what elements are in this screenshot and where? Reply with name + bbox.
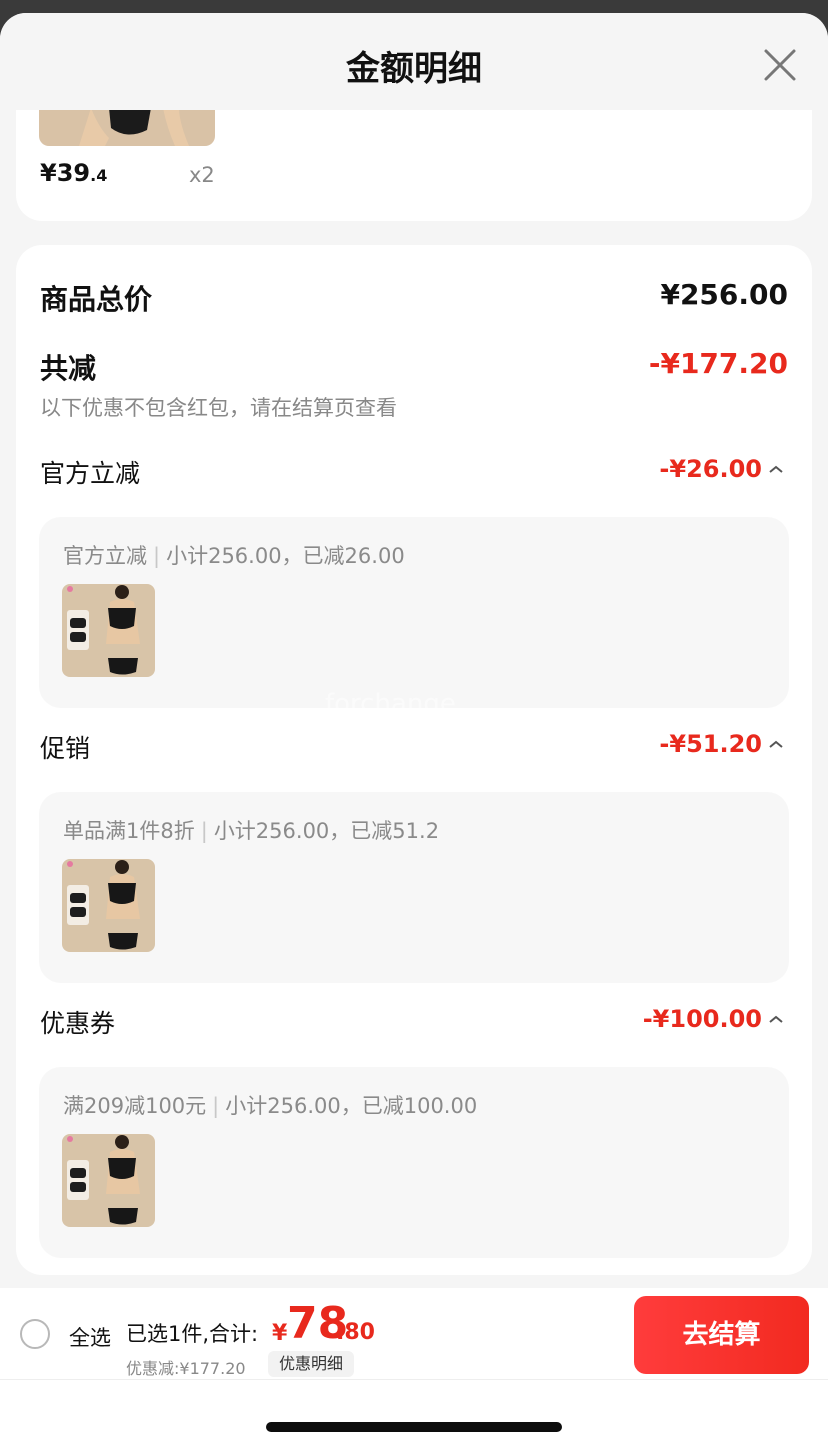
select-all-label[interactable]: 全选 bbox=[69, 1322, 111, 1352]
product-thumbnail[interactable] bbox=[62, 859, 155, 952]
product-thumbnail[interactable] bbox=[62, 1134, 155, 1227]
section-desc-promotion: 单品满1件8折 | 小计256.00，已减51.2 bbox=[63, 819, 440, 843]
close-button[interactable] bbox=[758, 43, 802, 87]
product-price: ¥39.4 bbox=[40, 159, 108, 187]
product-image bbox=[39, 108, 215, 146]
amount-detail-sheet: ¥39.4 x2 金额明细 商品总价 ¥256.00 共减 -¥177.20 以… bbox=[0, 13, 828, 1447]
total-reduce-label: 共减 bbox=[40, 352, 97, 385]
divider bbox=[0, 1379, 828, 1380]
discount-note: 以下优惠不包含红包，请在结算页查看 bbox=[40, 396, 397, 420]
section-toggle-official[interactable]: -¥26.00 bbox=[659, 455, 784, 483]
close-icon bbox=[764, 49, 796, 81]
product-quantity: x2 bbox=[189, 163, 215, 187]
section-toggle-promotion[interactable]: -¥51.20 bbox=[659, 730, 784, 758]
section-amount-official: -¥26.00 bbox=[659, 455, 762, 483]
section-box-coupon: 满209减100元 | 小计256.00，已减100.00 bbox=[39, 1067, 789, 1258]
total-amount-decimal: .80 bbox=[336, 1320, 375, 1345]
selected-count: 已选1件,合计: bbox=[126, 1322, 259, 1346]
section-desc-coupon: 满209减100元 | 小计256.00，已减100.00 bbox=[63, 1094, 478, 1118]
watermark: forchange bbox=[325, 689, 456, 719]
chevron-up-icon bbox=[769, 1015, 783, 1023]
chevron-up-icon bbox=[769, 465, 783, 473]
select-all-checkbox[interactable] bbox=[20, 1319, 50, 1349]
discount-detail-button[interactable]: 优惠明细 bbox=[268, 1351, 355, 1377]
price-detail-card: 商品总价 ¥256.00 共减 -¥177.20 以下优惠不包含红包，请在结算页… bbox=[16, 245, 812, 1275]
total-price-label: 商品总价 bbox=[40, 283, 153, 316]
section-title-promotion: 促销 bbox=[40, 734, 91, 763]
checkout-bar: 全选 已选1件,合计: ¥ 78 .80 优惠减:¥177.20 优惠明细 去结… bbox=[0, 1288, 828, 1447]
checkout-button[interactable]: 去结算 bbox=[634, 1296, 809, 1374]
chevron-up-icon bbox=[769, 740, 783, 748]
section-box-official: 官方立减 | 小计256.00，已减26.00 bbox=[39, 517, 789, 708]
product-thumbnail[interactable] bbox=[62, 584, 155, 677]
total-currency: ¥ bbox=[272, 1321, 288, 1346]
section-title-official: 官方立减 bbox=[40, 459, 141, 488]
section-amount-coupon: -¥100.00 bbox=[642, 1005, 762, 1033]
home-indicator bbox=[266, 1422, 562, 1432]
section-box-promotion: 单品满1件8折 | 小计256.00，已减51.2 bbox=[39, 792, 789, 983]
section-toggle-coupon[interactable]: -¥100.00 bbox=[643, 1005, 784, 1033]
page-title: 金额明细 bbox=[346, 49, 482, 89]
section-amount-promotion: -¥51.20 bbox=[659, 730, 762, 758]
sheet-header: 金额明细 bbox=[0, 13, 828, 110]
section-desc-official: 官方立减 | 小计256.00，已减26.00 bbox=[63, 544, 405, 568]
total-price-value: ¥256.00 bbox=[660, 278, 788, 311]
total-reduce-value: -¥177.20 bbox=[648, 347, 788, 380]
discount-summary: 优惠减:¥177.20 bbox=[126, 1359, 246, 1378]
section-title-coupon: 优惠券 bbox=[40, 1009, 116, 1038]
